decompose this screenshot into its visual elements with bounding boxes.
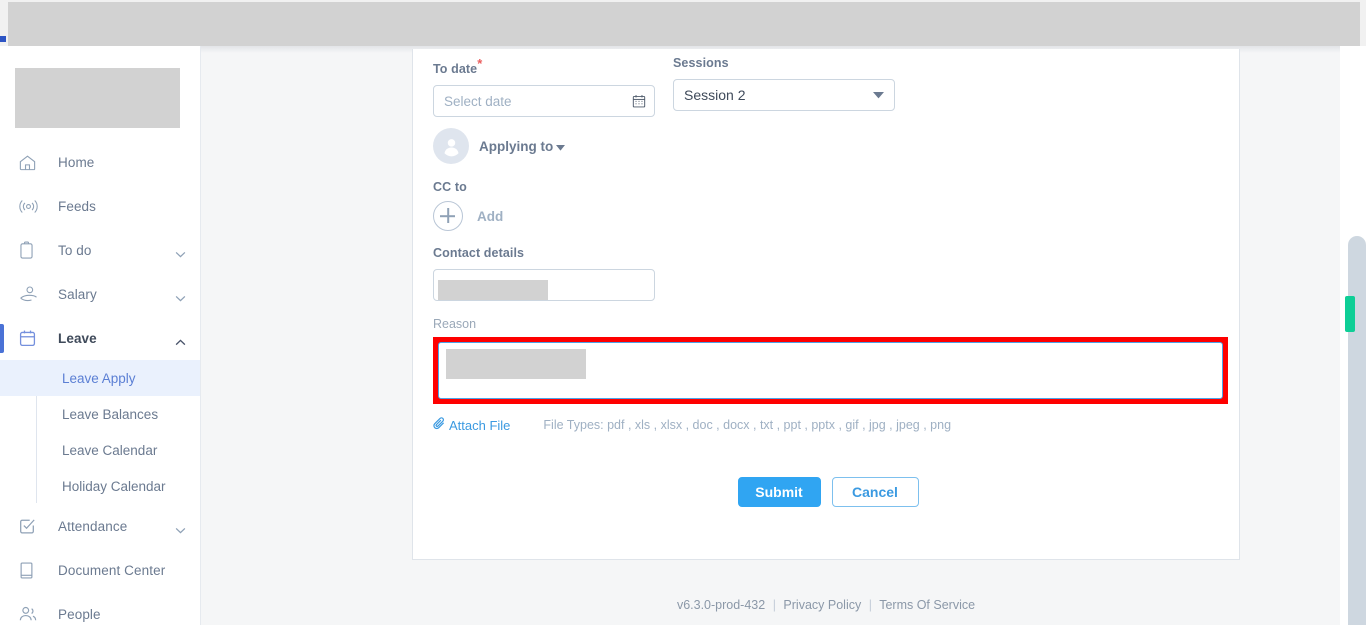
required-asterisk: * (477, 56, 483, 71)
submenu-label: Leave Balances (62, 406, 159, 422)
chevron-down-icon[interactable] (175, 245, 186, 258)
sidebar-item-leave[interactable]: Leave (0, 316, 200, 360)
sessions-label: Sessions (673, 56, 729, 70)
applying-to-trigger[interactable]: Applying to (479, 138, 566, 154)
cancel-button[interactable]: Cancel (831, 477, 919, 507)
footer-separator: | (772, 598, 776, 612)
leave-submenu: Leave Apply Leave Balances Leave Calenda… (0, 360, 200, 504)
chevron-down-icon[interactable] (175, 521, 186, 534)
submenu-label: Holiday Calendar (62, 478, 166, 494)
leave-apply-form: To date* Select date Sessions Session 2 … (433, 56, 1228, 507)
salary-hand-icon (18, 283, 44, 305)
cc-to-add-label: Add (477, 208, 504, 224)
to-date-field-group: To date* Select date (433, 56, 655, 118)
calendar-icon[interactable] (632, 94, 646, 108)
submenu-label: Leave Apply (62, 370, 136, 386)
attachment-row: Attach File File Types: pdf , xls , xlsx… (433, 417, 1223, 433)
sidebar-item-leave-apply[interactable]: Leave Apply (0, 360, 200, 396)
sidebar: Home Feeds To do Salary Leave Leave Appl… (0, 46, 201, 625)
checkbox-icon (18, 515, 44, 537)
sidebar-item-label: Document Center (58, 562, 166, 578)
footer: v6.3.0-prod-432 | Privacy Policy | Terms… (412, 598, 1240, 612)
sidebar-item-label: People (58, 606, 101, 622)
people-icon (18, 603, 44, 625)
header-accent-mark (0, 36, 6, 42)
privacy-policy-link[interactable]: Privacy Policy (783, 598, 861, 612)
sidebar-item-label: Home (58, 154, 95, 170)
clipboard-icon (18, 239, 44, 261)
to-date-input[interactable]: Select date (433, 85, 655, 118)
redacted-contact-value (438, 280, 548, 300)
sidebar-item-label: Attendance (58, 518, 128, 534)
chevron-down-icon[interactable] (175, 289, 186, 302)
sidebar-item-feeds[interactable]: Feeds (0, 184, 200, 228)
to-date-label: To date* (433, 56, 655, 76)
paperclip-icon (433, 417, 446, 433)
active-indicator (0, 323, 4, 353)
sidebar-item-todo[interactable]: To do (0, 228, 200, 272)
applying-to-row[interactable]: Applying to (433, 126, 1223, 166)
sidebar-item-holiday-calendar[interactable]: Holiday Calendar (0, 468, 200, 504)
scrollbar-position-marker (1345, 296, 1355, 332)
applying-to-label: Applying to (479, 138, 554, 154)
sessions-select[interactable]: Session 2 (673, 79, 895, 111)
user-avatar-icon (433, 128, 469, 164)
leave-apply-form-card: To date* Select date Sessions Session 2 … (412, 49, 1240, 560)
to-date-label-text: To date (433, 62, 478, 77)
submit-button[interactable]: Submit (737, 477, 821, 507)
book-icon (18, 559, 44, 581)
sidebar-item-label: Feeds (58, 198, 97, 214)
contact-details-label: Contact details (433, 246, 525, 260)
chevron-down-icon[interactable] (873, 86, 884, 104)
feeds-icon (18, 195, 44, 217)
date-session-row: To date* Select date Sessions Session 2 (433, 56, 1223, 118)
contact-details-input[interactable] (433, 269, 655, 301)
submenu-label: Leave Calendar (62, 442, 158, 458)
redacted-header-content (8, 2, 1360, 46)
terms-of-service-link[interactable]: Terms Of Service (879, 598, 975, 612)
plus-circle-icon[interactable] (433, 201, 463, 231)
cc-to-label: CC to (433, 180, 467, 194)
page-scrollbar-thumb[interactable] (1348, 236, 1366, 625)
reason-label: Reason (433, 317, 477, 331)
footer-separator: | (868, 598, 872, 612)
calendar-icon (18, 327, 44, 349)
sidebar-item-people[interactable]: People (0, 592, 200, 625)
caret-down-icon (556, 139, 566, 154)
sidebar-item-document-center[interactable]: Document Center (0, 548, 200, 592)
sidebar-item-label: To do (58, 242, 92, 258)
sessions-selected-value: Session 2 (684, 87, 746, 103)
cc-to-add-row[interactable]: Add (433, 201, 1223, 231)
sidebar-item-leave-balances[interactable]: Leave Balances (0, 396, 200, 432)
attach-file-label: Attach File (449, 417, 511, 433)
reason-highlight-box (433, 337, 1228, 404)
sessions-field-group: Sessions Session 2 (673, 56, 895, 111)
sidebar-item-home[interactable]: Home (0, 140, 200, 184)
form-actions: Submit Cancel (433, 477, 1223, 507)
attach-file-button[interactable]: Attach File (433, 417, 510, 433)
sidebar-item-salary[interactable]: Salary (0, 272, 200, 316)
redacted-reason-value (446, 349, 586, 379)
reason-group: Reason (433, 317, 1228, 404)
sidebar-item-label: Salary (58, 286, 97, 302)
reason-textarea[interactable] (438, 342, 1223, 399)
sidebar-item-label: Leave (58, 330, 97, 346)
contact-details-group: Contact details (433, 246, 1223, 301)
redacted-logo (15, 68, 180, 128)
sidebar-item-attendance[interactable]: Attendance (0, 504, 200, 548)
sidebar-nav: Home Feeds To do Salary Leave Leave Appl… (0, 140, 200, 625)
file-types-text: File Types: pdf , xls , xlsx , doc , doc… (543, 418, 952, 432)
home-icon (18, 151, 44, 173)
to-date-placeholder: Select date (444, 93, 512, 109)
chevron-up-icon[interactable] (175, 333, 186, 346)
inner-scrollbar-track[interactable] (1349, 46, 1355, 236)
app-version: v6.3.0-prod-432 (676, 598, 766, 612)
top-header-bar (0, 0, 1366, 46)
cc-to-group: CC to Add (433, 180, 1223, 231)
sidebar-item-leave-calendar[interactable]: Leave Calendar (0, 432, 200, 468)
